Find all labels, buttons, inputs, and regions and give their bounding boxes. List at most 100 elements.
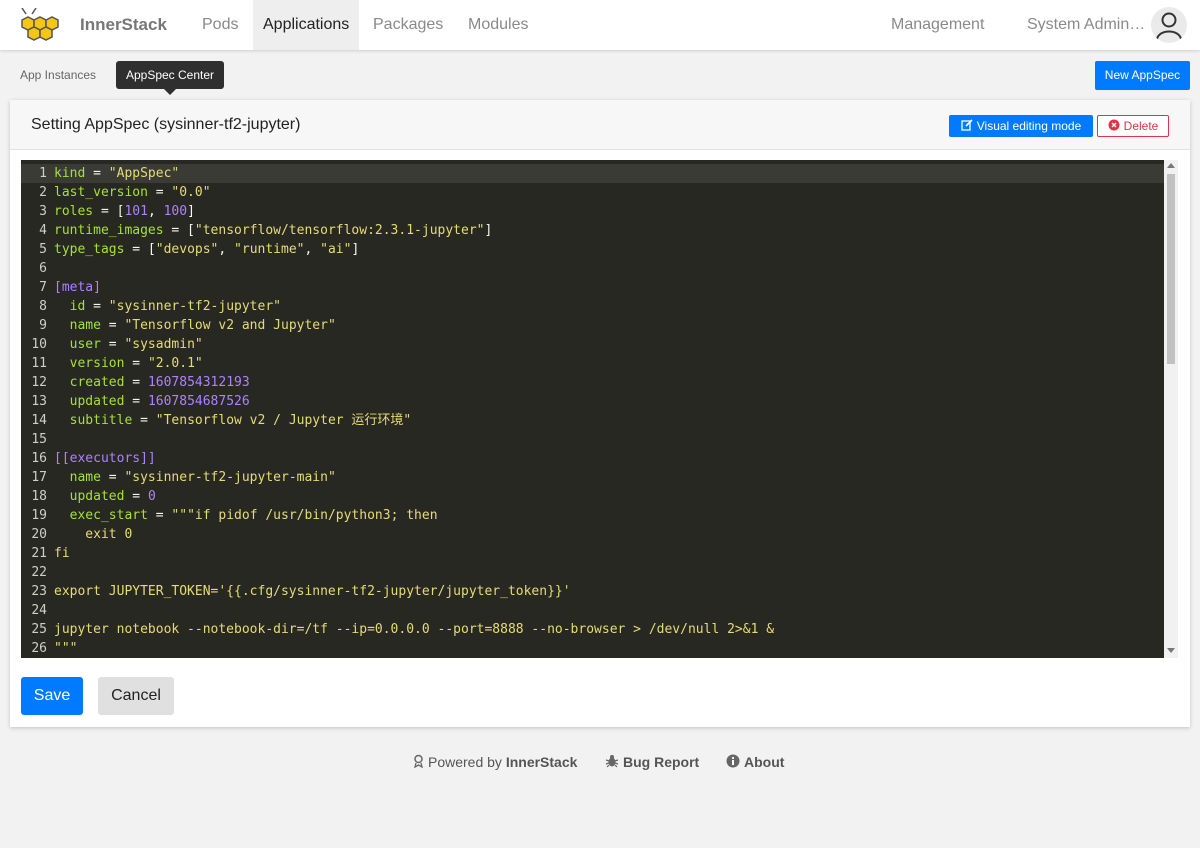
code-editor[interactable]: 1 kind = "AppSpec" 2 last_version = "0.0" 3 r…: [21, 160, 1178, 658]
powered-prefix: Powered by: [428, 754, 502, 770]
code-line[interactable]: 24: [21, 601, 1164, 620]
code-line[interactable]: 4 runtime_images = ["tensorflow/tensorflo…: [21, 221, 1164, 240]
line-text: exit 0: [54, 525, 132, 544]
code-line[interactable]: 11 version = "2.0.1": [21, 354, 1164, 373]
code-token: =: [124, 394, 148, 409]
code-token: export JUPYTER_TOKEN='{{.cfg/sysinner-tf…: [54, 584, 571, 599]
code-token: =: [147, 185, 172, 200]
code-line[interactable]: 19 exec_start = """if pidof /usr/bin/pyt…: [21, 506, 1164, 525]
delete-button[interactable]: Delete: [1097, 115, 1169, 137]
code-line[interactable]: 10 user = "sysadmin": [21, 335, 1164, 354]
cancel-button[interactable]: Cancel: [98, 677, 174, 715]
line-number: 24: [31, 603, 47, 618]
code-token: fi: [54, 546, 70, 561]
code-token: ]: [187, 204, 195, 219]
code-line[interactable]: 6: [21, 259, 1164, 278]
code-line[interactable]: 23 export JUPYTER_TOKEN='{{.cfg/sysinner-…: [21, 582, 1164, 601]
scroll-up-icon[interactable]: [1167, 163, 1175, 168]
nav-management[interactable]: Management: [881, 0, 994, 50]
code-line[interactable]: 22: [21, 563, 1164, 582]
code-line[interactable]: 2 last_version = "0.0": [21, 183, 1164, 202]
code-line[interactable]: 21 fi: [21, 544, 1164, 563]
code-line[interactable]: 1 kind = "AppSpec": [21, 164, 1164, 183]
editor-scrollbar[interactable]: [1164, 160, 1178, 658]
code-token: """if pidof /usr/bin/python3; then: [171, 508, 438, 523]
nav-modules[interactable]: Modules: [458, 0, 538, 50]
code-area[interactable]: 1 kind = "AppSpec" 2 last_version = "0.0" 3 r…: [21, 160, 1164, 658]
line-text: name = "sysinner-tf2-jupyter-main": [54, 468, 336, 487]
line-text: roles = [101, 100]: [54, 202, 195, 221]
line-number: 21: [31, 546, 47, 561]
save-button[interactable]: Save: [21, 677, 83, 715]
info-circle-icon: [726, 754, 740, 772]
footer-about[interactable]: About: [726, 753, 784, 771]
code-line[interactable]: 14 subtitle = "Tensorflow v2 / Jupyter 运…: [21, 411, 1164, 430]
code-line[interactable]: 17 name = "sysinner-tf2-jupyter-main": [21, 468, 1164, 487]
scroll-thumb[interactable]: [1167, 174, 1175, 364]
code-line[interactable]: 7 [meta]: [21, 278, 1164, 297]
line-text: jupyter notebook --notebook-dir=/tf --ip…: [54, 620, 774, 639]
line-number: 4: [39, 223, 47, 238]
code-token: "sysinner-tf2-jupyter": [108, 299, 281, 314]
new-appspec-button[interactable]: New AppSpec: [1095, 61, 1190, 90]
line-text: version = "2.0.1": [54, 354, 203, 373]
code-line[interactable]: 16 [[executors]]: [21, 449, 1164, 468]
line-text: created = 1607854312193: [54, 373, 250, 392]
visual-editing-button[interactable]: Visual editing mode: [949, 115, 1093, 137]
nav-applications[interactable]: Applications: [253, 0, 359, 50]
code-line[interactable]: 18 updated = 0: [21, 487, 1164, 506]
footer-bug-report[interactable]: Bug Report: [605, 753, 699, 771]
scroll-down-icon[interactable]: [1167, 648, 1175, 653]
code-token: ,: [218, 242, 235, 257]
line-number: 10: [31, 337, 47, 352]
line-number: 17: [31, 470, 47, 485]
code-line[interactable]: 26 """: [21, 639, 1164, 658]
line-number: 2: [39, 185, 47, 200]
code-line[interactable]: 8 id = "sysinner-tf2-jupyter": [21, 297, 1164, 316]
line-number: 15: [31, 432, 47, 447]
brand-name[interactable]: InnerStack: [80, 15, 167, 35]
line-number: 20: [31, 527, 47, 542]
code-token: =: [124, 489, 148, 504]
line-number: 11: [31, 356, 47, 371]
code-token: exit 0: [54, 527, 133, 542]
user-menu[interactable]: System Admin…: [1017, 0, 1149, 50]
code-token: """: [54, 641, 78, 656]
line-text: """: [54, 639, 77, 658]
code-line[interactable]: 12 created = 1607854312193: [21, 373, 1164, 392]
line-text: id = "sysinner-tf2-jupyter": [54, 297, 281, 316]
line-number: 18: [31, 489, 47, 504]
code-token: id: [69, 299, 86, 314]
edit-icon: [961, 116, 973, 138]
nav-packages[interactable]: Packages: [363, 0, 453, 50]
code-token: ,: [304, 242, 321, 257]
line-number: 8: [39, 299, 47, 314]
bug-report-label: Bug Report: [623, 754, 700, 770]
code-line[interactable]: 25 jupyter notebook --notebook-dir=/tf --…: [21, 620, 1164, 639]
code-token: "2.0.1": [147, 356, 203, 371]
tab-app-instances[interactable]: App Instances: [20, 68, 96, 82]
user-avatar-icon[interactable]: [1151, 7, 1187, 43]
tab-appspec-center[interactable]: AppSpec Center: [116, 61, 224, 95]
line-number: 19: [31, 508, 47, 523]
footer-powered-by[interactable]: Powered by InnerStack: [413, 753, 577, 771]
code-token: =: [85, 166, 109, 181]
nav-pods[interactable]: Pods: [192, 0, 248, 50]
code-token: jupyter notebook --notebook-dir=/tf --ip…: [54, 622, 775, 637]
code-line[interactable]: 5 type_tags = ["devops", "runtime", "ai"]: [21, 240, 1164, 259]
code-line[interactable]: 20 exit 0: [21, 525, 1164, 544]
code-token: exec_start: [69, 508, 148, 523]
line-number: 25: [31, 622, 47, 637]
code-token: =: [100, 337, 125, 352]
code-line[interactable]: 3 roles = [101, 100]: [21, 202, 1164, 221]
line-text: runtime_images = ["tensorflow/tensorflow…: [54, 221, 492, 240]
code-token: 1607854312193: [147, 375, 250, 390]
code-line[interactable]: 13 updated = 1607854687526: [21, 392, 1164, 411]
innerstack-logo-icon[interactable]: [12, 7, 64, 44]
code-line[interactable]: 15: [21, 430, 1164, 449]
code-line[interactable]: 9 name = "Tensorflow v2 and Jupyter": [21, 316, 1164, 335]
